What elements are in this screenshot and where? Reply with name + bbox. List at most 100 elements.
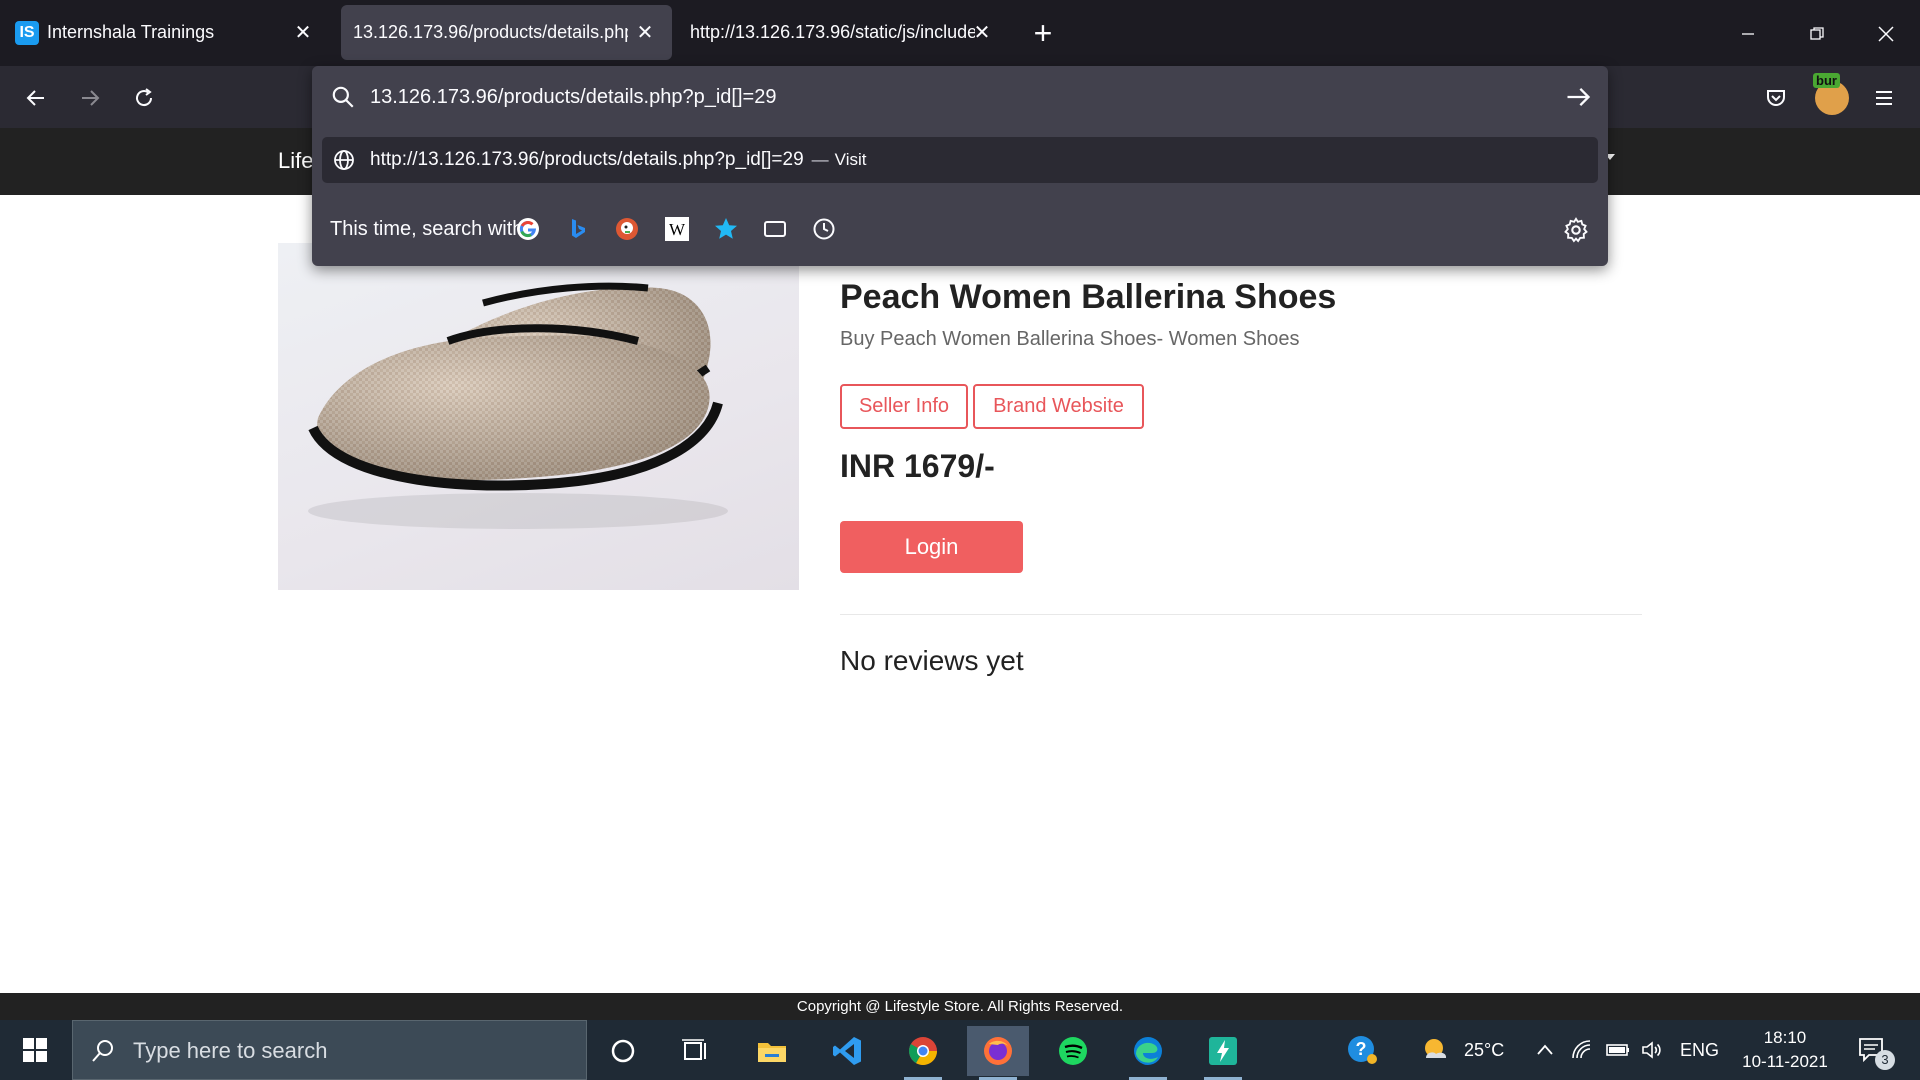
close-tab-icon[interactable]: ✕ (290, 19, 316, 45)
bolt-app-button[interactable] (1192, 1026, 1254, 1080)
globe-icon (334, 150, 354, 170)
notification-count-badge: 3 (1875, 1050, 1895, 1070)
close-tab-icon[interactable]: ✕ (632, 19, 658, 45)
back-button[interactable] (16, 78, 56, 118)
star-icon (715, 218, 737, 239)
tab-label: 13.126.173.96/products/details.php?p_id[… (353, 22, 628, 42)
new-tab-button[interactable]: + (1025, 16, 1061, 52)
minimize-window-button[interactable] (1728, 14, 1768, 54)
menu-button[interactable] (1864, 78, 1904, 118)
suggestion-url: http://13.126.173.96/products/details.ph… (370, 149, 804, 170)
clock-icon (813, 218, 835, 240)
tab-internshala-trainings[interactable]: IS Internshala Trainings ✕ (6, 5, 330, 60)
firefox-button[interactable] (967, 1026, 1029, 1080)
cortana-button[interactable] (592, 1026, 654, 1076)
help-icon: ? (1348, 1036, 1377, 1064)
arrow-left-icon (26, 90, 44, 106)
search-with-label: This time, search with: (330, 218, 529, 240)
clock-time: 18:10 (1763, 1028, 1807, 1047)
chevron-up-icon (1537, 1044, 1553, 1055)
clock-date: 10-11-2021 (1742, 1052, 1828, 1071)
browser-tab-bar: IS Internshala Trainings ✕ 13.126.173.96… (0, 0, 1920, 66)
google-icon (517, 218, 539, 240)
search-icon (332, 86, 354, 108)
edge-button[interactable] (1117, 1026, 1179, 1080)
gear-icon[interactable] (1562, 216, 1590, 244)
folder-icon (758, 1043, 786, 1062)
network-tray-icon[interactable] (1570, 1020, 1594, 1080)
tab-product-details[interactable]: 13.126.173.96/products/details.php?p_id[… (341, 5, 672, 60)
spotify-icon (1059, 1037, 1087, 1065)
svg-text:?: ? (1356, 1039, 1367, 1059)
duckduckgo-engine-button[interactable] (612, 214, 642, 244)
start-button[interactable] (12, 1030, 58, 1070)
restore-window-button[interactable] (1797, 14, 1837, 54)
suggestion-text: http://13.126.173.96/products/details.ph… (370, 149, 866, 171)
search-engines-row: This time, search with: W (312, 192, 1608, 266)
bing-engine-button[interactable] (563, 214, 593, 244)
duckduckgo-icon (616, 218, 638, 240)
tabs-button[interactable] (760, 214, 790, 244)
vscode-icon (833, 1037, 861, 1065)
battery-tray-icon[interactable] (1605, 1020, 1631, 1080)
product-image (278, 243, 799, 590)
show-hidden-icons-button[interactable] (1535, 1020, 1555, 1080)
tab-label: Internshala Trainings (47, 22, 215, 42)
search-icon (92, 1040, 113, 1062)
file-explorer-button[interactable] (741, 1026, 803, 1076)
firefox-icon (984, 1037, 1012, 1065)
spotify-button[interactable] (1042, 1026, 1104, 1076)
weather-widget[interactable]: 25°C (1420, 1020, 1504, 1080)
suggestion-separator: — (811, 150, 829, 169)
vscode-button[interactable] (816, 1026, 878, 1076)
windows-logo-icon (23, 1038, 47, 1062)
weather-temperature: 25°C (1464, 1039, 1505, 1060)
extension-button[interactable]: bur (1812, 73, 1852, 118)
windows-taskbar: Type here to search ? 25°C ENG 18:10 10-… (0, 1020, 1920, 1080)
site-footer: Copyright @ Lifestyle Store. All Rights … (0, 993, 1920, 1020)
taskbar-search-box[interactable]: Type here to search (72, 1020, 587, 1080)
reload-button[interactable] (124, 78, 164, 118)
help-tray-icon[interactable]: ? (1345, 1020, 1379, 1080)
product-subtitle: Buy Peach Women Ballerina Shoes- Women S… (840, 328, 1300, 350)
url-dropdown-panel: 13.126.173.96/products/details.php?p_id[… (312, 66, 1608, 266)
chrome-button[interactable] (892, 1026, 954, 1080)
url-suggestion-item[interactable]: http://13.126.173.96/products/details.ph… (322, 137, 1598, 183)
address-input[interactable]: 13.126.173.96/products/details.php?p_id[… (370, 82, 776, 112)
bookmarks-button[interactable] (711, 214, 741, 244)
tab-icon (764, 221, 786, 237)
speaker-icon (1642, 1041, 1661, 1059)
task-view-button[interactable] (664, 1026, 726, 1076)
close-window-button[interactable] (1866, 14, 1906, 54)
svg-text:W: W (669, 220, 686, 239)
login-button[interactable]: Login (840, 521, 1023, 573)
arrow-right-icon (1567, 88, 1591, 106)
suggestion-action: Visit (834, 150, 867, 169)
site-brand-link[interactable]: Life (278, 148, 313, 174)
restore-icon (1810, 27, 1824, 40)
history-button[interactable] (809, 214, 839, 244)
volume-tray-icon[interactable] (1640, 1020, 1664, 1080)
divider (840, 614, 1642, 615)
tab-label: http://13.126.173.96/static/js/includes/ (690, 22, 975, 42)
minimize-icon (1742, 33, 1754, 35)
wikipedia-icon: W (665, 217, 689, 241)
google-engine-button[interactable] (513, 214, 543, 244)
wifi-icon (1572, 1040, 1591, 1059)
reviews-status: No reviews yet (840, 645, 1024, 676)
address-bar[interactable]: 13.126.173.96/products/details.php?p_id[… (312, 66, 1608, 128)
pocket-button[interactable] (1756, 78, 1796, 118)
taskbar-clock[interactable]: 18:10 10-11-2021 (1730, 1026, 1840, 1074)
brand-website-button[interactable]: Brand Website (973, 384, 1144, 429)
product-title: Peach Women Ballerina Shoes (840, 278, 1337, 316)
taskbar-search-placeholder: Type here to search (133, 1038, 328, 1063)
tab-static-js[interactable]: http://13.126.173.96/static/js/includes/… (679, 5, 1009, 60)
forward-button[interactable] (70, 78, 110, 118)
notifications-button[interactable]: 3 (1855, 1020, 1895, 1080)
seller-info-button[interactable]: Seller Info (840, 384, 968, 429)
close-tab-icon[interactable]: ✕ (969, 19, 995, 45)
extension-badge-text: bur (1813, 73, 1840, 88)
language-indicator[interactable]: ENG (1680, 1020, 1719, 1080)
wikipedia-engine-button[interactable]: W (662, 214, 692, 244)
close-icon (1878, 26, 1894, 42)
